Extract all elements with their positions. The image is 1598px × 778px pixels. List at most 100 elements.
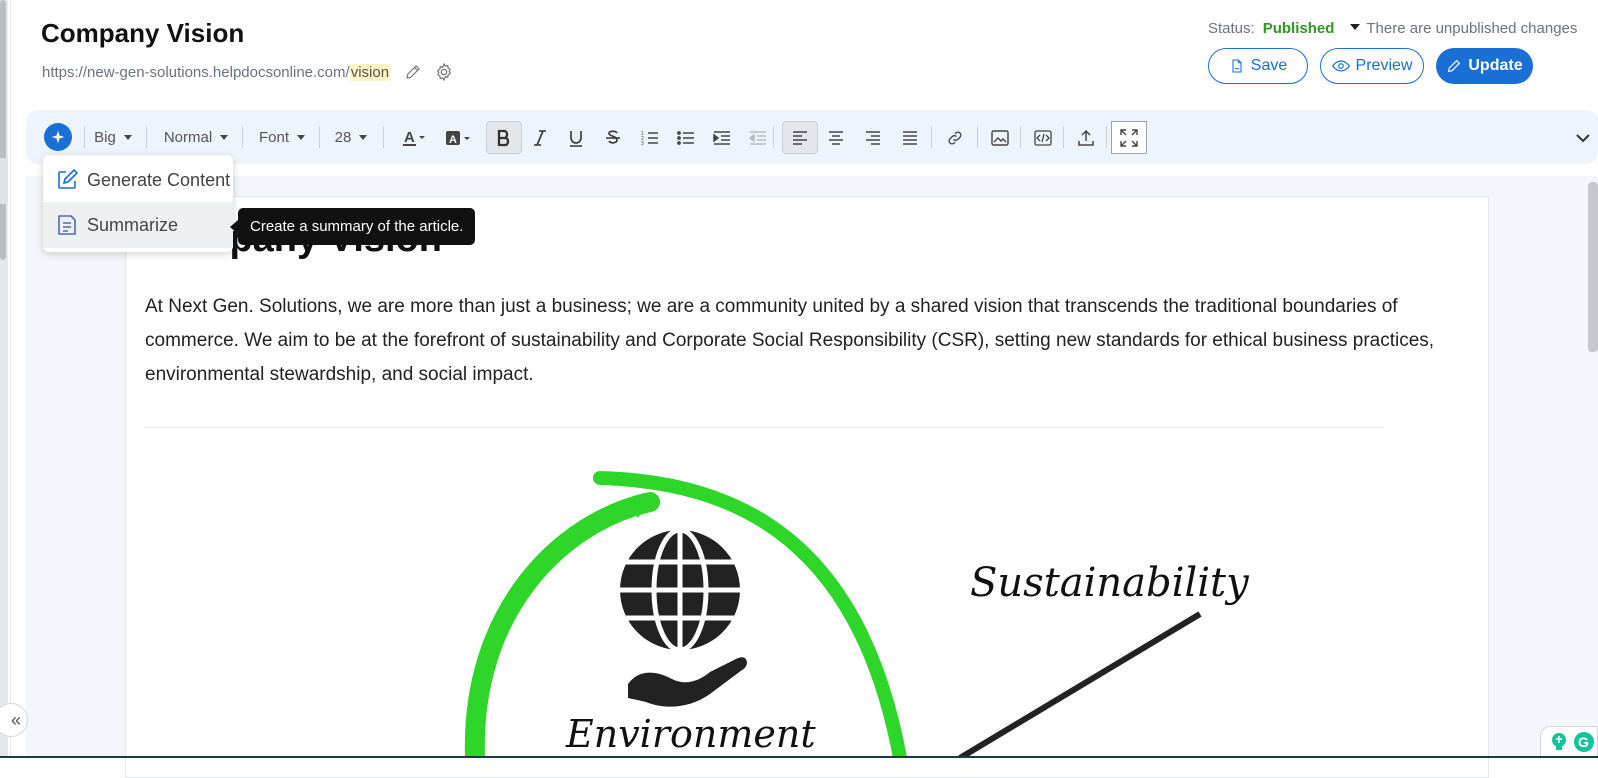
font-size-dropdown[interactable]: 28 [328,121,374,154]
article-title: Company Vision [41,18,245,48]
toolbar-collapse-button[interactable] [1570,121,1596,154]
publish-status: Status: Published There are unpublished … [1208,20,1577,37]
svg-text:A: A [404,129,415,146]
align-justify-icon [903,130,917,145]
toolbar-divider [84,126,85,148]
update-label: Update [1468,57,1523,74]
paragraph-style-dropdown[interactable]: Normal [156,121,236,154]
highlight-color-button[interactable]: A [440,121,476,154]
svg-text:3: 3 [641,141,644,146]
toolbar-divider [773,126,774,148]
align-center-button[interactable] [820,121,852,154]
save-button[interactable]: Save [1208,48,1308,84]
toolbar-divider [242,126,243,148]
bold-button[interactable] [486,121,522,154]
grammarly-icon: G [1574,732,1594,752]
sidebar-collapse-button[interactable]: « [0,703,28,737]
summarize-menu-item[interactable]: Summarize [43,202,233,248]
italic-button[interactable] [524,121,556,154]
toolbar-divider [383,126,384,148]
status-label: Status: [1208,20,1255,37]
toolbar-divider [977,126,978,148]
align-justify-button[interactable] [894,121,926,154]
chevron-down-icon [220,135,229,140]
lightbulb-icon [1552,733,1566,750]
underline-icon [570,130,582,147]
bold-icon [497,129,510,146]
save-label: Save [1250,57,1288,74]
image-icon [991,129,1009,146]
embed-code-button[interactable] [1026,121,1060,154]
ai-assistant-button[interactable] [44,123,72,151]
chevron-down-icon [123,135,132,140]
insert-link-button[interactable] [938,121,972,154]
heading-size-value: Big [94,129,116,146]
underline-button[interactable] [560,121,592,154]
upload-button[interactable] [1069,121,1103,154]
toolbar-divider [319,126,320,148]
align-right-icon [866,130,880,145]
svg-text:G: G [1578,734,1589,750]
font-family-dropdown[interactable]: Font [252,121,312,154]
code-icon [1034,129,1052,146]
align-left-icon [793,130,807,145]
eye-icon [1331,60,1350,72]
sidebar-divider [10,0,11,758]
fullscreen-button[interactable] [1111,121,1147,154]
toolbar-divider [1020,126,1021,148]
font-size-value: 28 [334,129,352,146]
ordered-list-button[interactable]: 123 [634,121,666,154]
italic-icon [534,129,546,146]
heading-size-dropdown[interactable]: Big [88,121,138,154]
indent-button[interactable] [706,121,738,154]
sustainability-label: Sustainability [970,560,1249,606]
left-scrollbar-thumb[interactable] [0,0,6,260]
pencil-icon[interactable] [404,63,422,81]
outdent-icon [749,130,766,145]
generate-content-menu-item[interactable]: Generate Content [43,157,233,203]
update-button[interactable]: Update [1436,48,1533,84]
toolbar-divider [146,126,147,148]
chevron-down-icon [359,135,368,140]
file-icon [1232,59,1242,73]
indent-icon [713,130,730,145]
toolbar-divider [1106,126,1107,148]
url-prefix: https://new-gen-solutions.helpdocsonline… [42,63,350,81]
strikethrough-button[interactable] [597,121,629,154]
sidebar-highlight [0,158,8,204]
editor-scrollbar[interactable] [1588,182,1598,352]
gear-icon[interactable] [434,62,454,82]
paragraph-style-value: Normal [163,129,213,146]
article-url: https://new-gen-solutions.helpdocsonline… [42,62,454,82]
expand-icon [1120,128,1138,147]
align-right-button[interactable] [857,121,889,154]
align-left-button[interactable] [782,121,818,154]
text-color-button[interactable]: A [396,121,432,154]
status-badge: Published [1262,20,1335,37]
grammarly-widget[interactable]: G [1540,726,1598,758]
chevron-down-icon [297,135,305,140]
content-paragraph[interactable]: At Next Gen. Solutions, we are more than… [145,290,1465,392]
preview-button[interactable]: Preview [1320,48,1424,84]
ai-dropdown-menu: Generate Content Summarize [43,155,233,252]
edit-icon [55,168,79,192]
svg-text:A: A [449,134,457,146]
font-family-value: Font [258,129,289,146]
pencil-icon [1448,59,1461,73]
ordered-list-icon: 123 [641,131,658,146]
upload-icon [1078,129,1094,146]
insert-image-button[interactable] [983,121,1017,154]
summarize-tooltip: Create a summary of the article. [229,208,476,245]
strikethrough-icon [606,130,620,144]
summarize-label: Summarize [87,214,179,235]
outdent-button[interactable] [742,121,774,154]
align-center-icon [829,130,843,145]
toolbar-divider [1063,126,1064,148]
document-icon [55,213,79,237]
bullet-list-button[interactable] [670,121,702,154]
text-color-icon: A [403,129,425,146]
caret-down-icon[interactable] [1350,23,1361,30]
unpublished-notice[interactable]: There are unpublished changes [1366,20,1577,37]
left-scrollbar[interactable] [0,0,8,758]
url-slug[interactable]: vision [349,63,391,81]
